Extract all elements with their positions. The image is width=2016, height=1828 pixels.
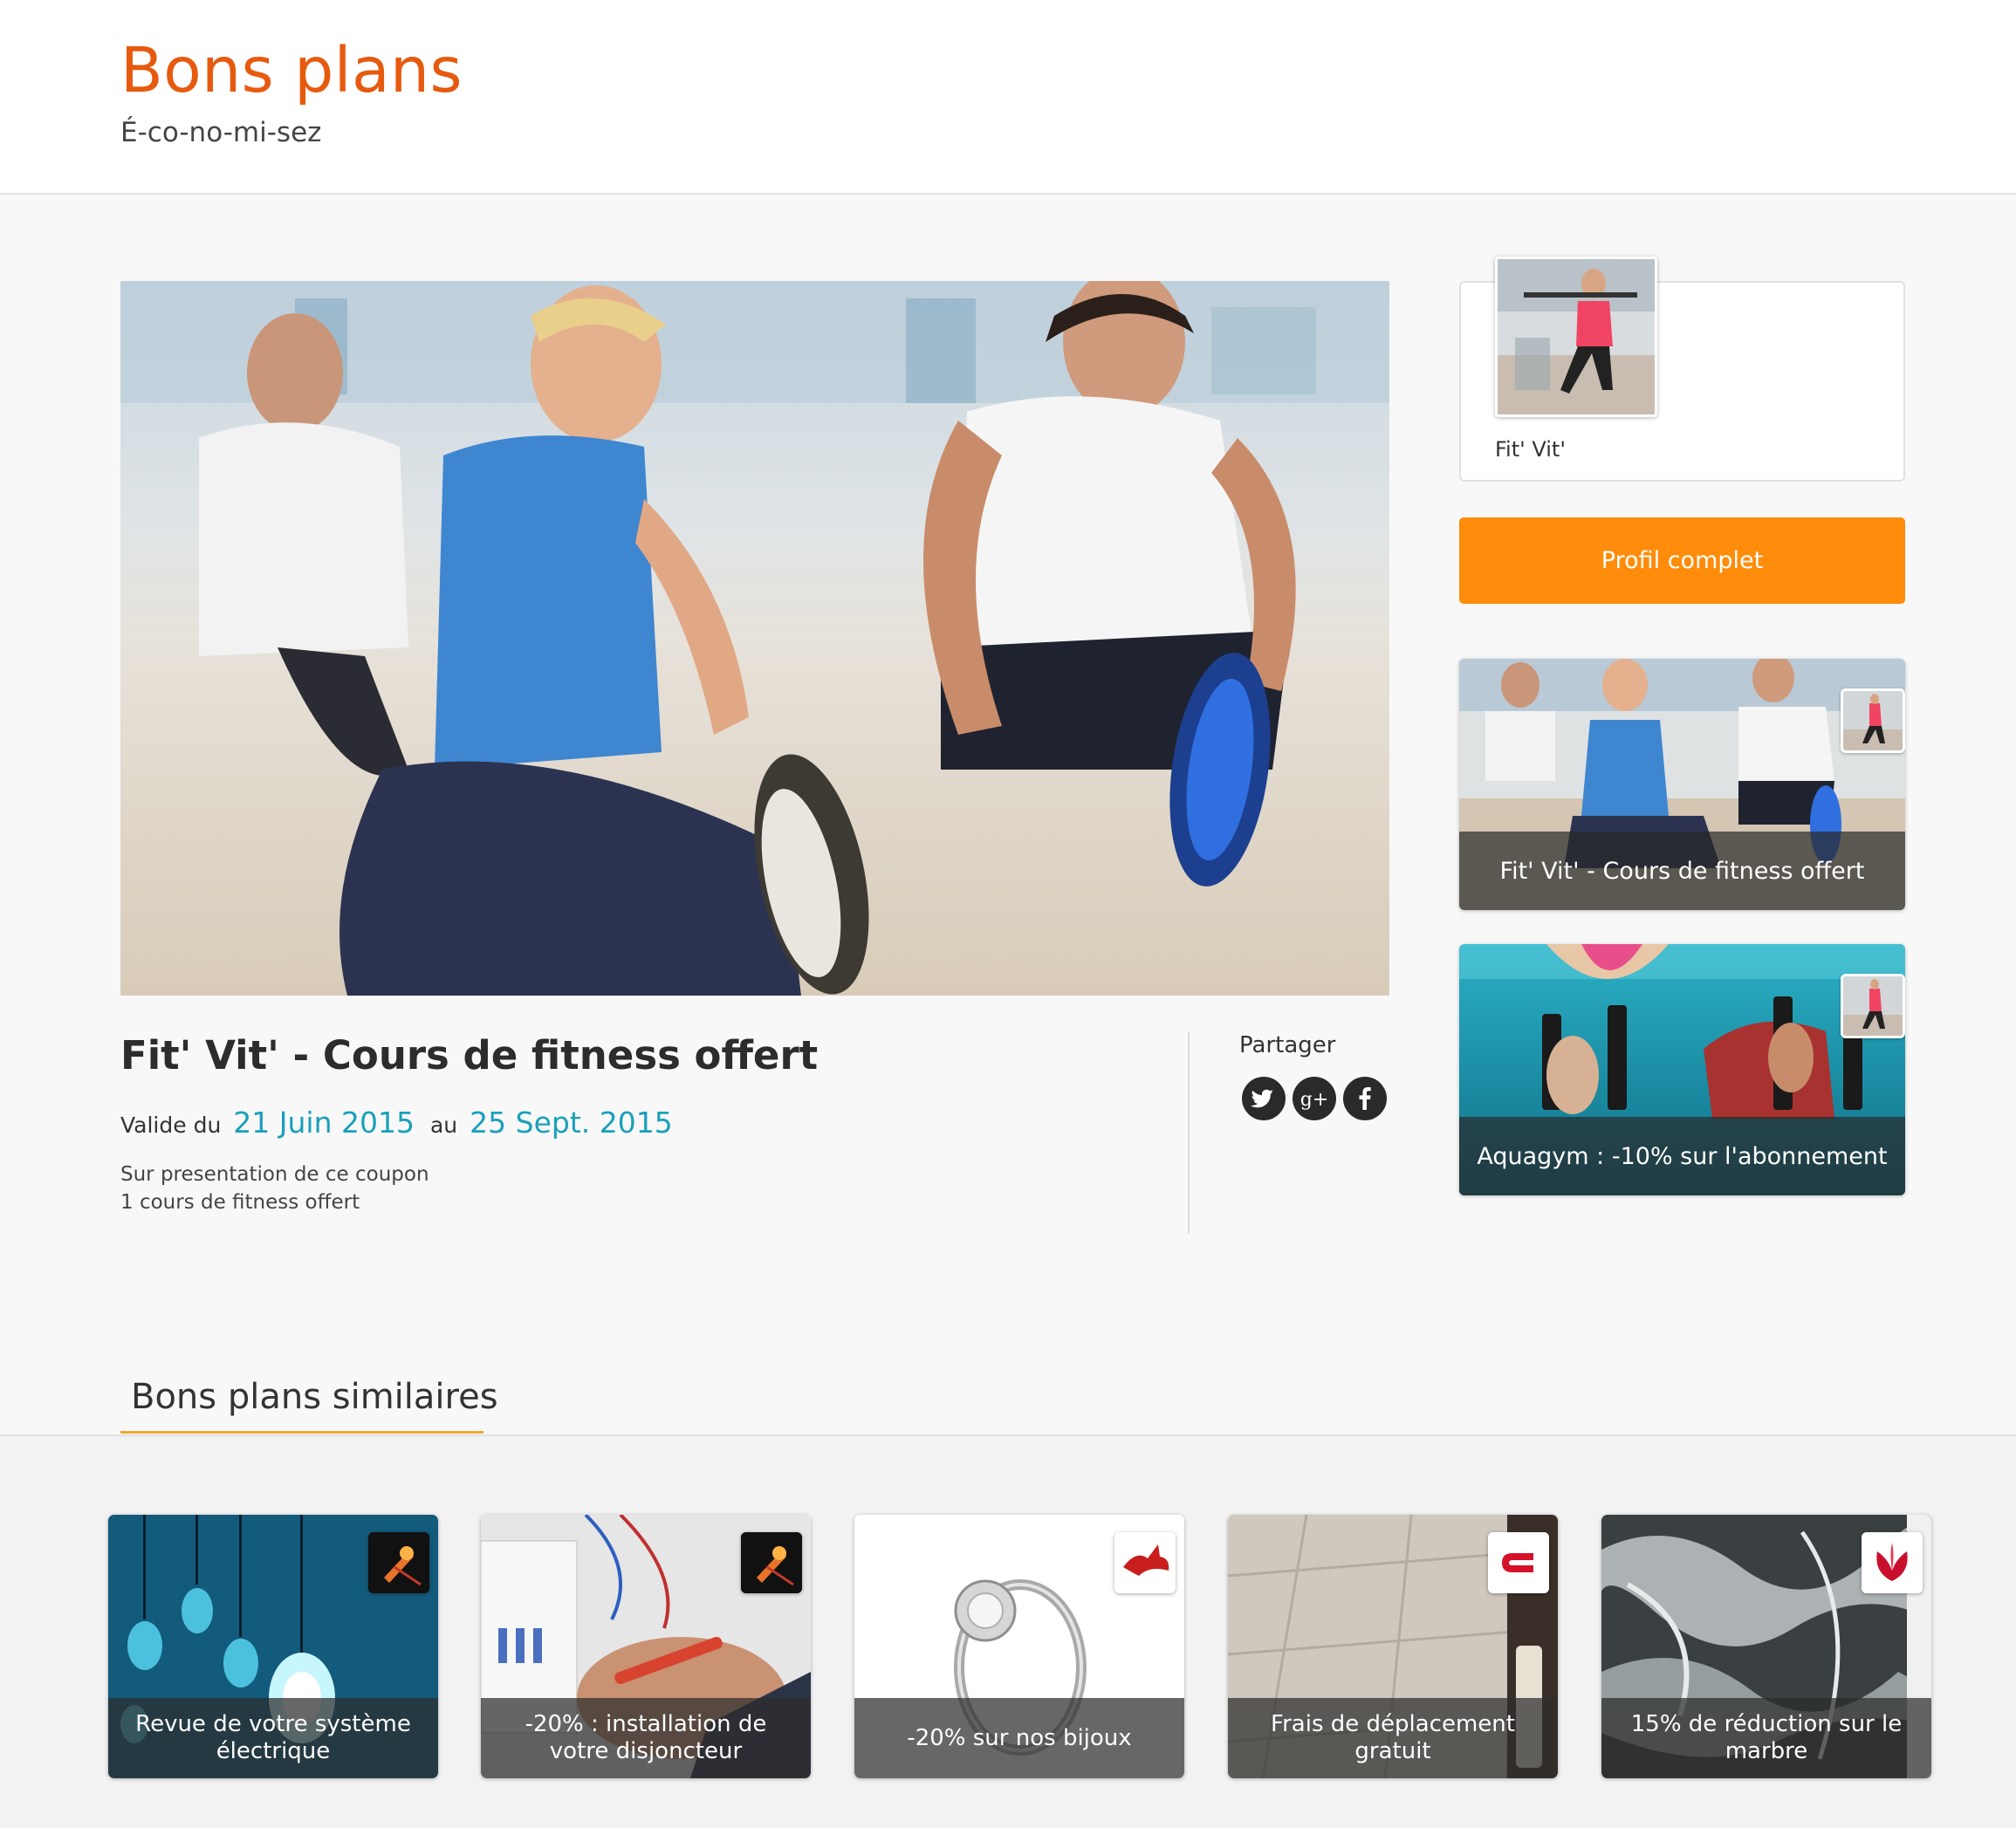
- merchant-logo[interactable]: [1495, 257, 1657, 417]
- deal-hero-image: [120, 281, 1389, 996]
- similar-deal-card[interactable]: 15% de réduction sur le marbre: [1601, 1515, 1931, 1778]
- electrician-logo: [368, 1532, 429, 1593]
- heading-underline: [120, 1431, 483, 1434]
- jeweler-logo: [1114, 1532, 1176, 1593]
- site-header: Bons plans É-co-no-mi-sez: [0, 0, 2016, 195]
- similar-deal-card[interactable]: -20% sur nos bijoux: [854, 1515, 1184, 1778]
- merchant-name: Fit' Vit': [1495, 437, 1566, 462]
- description-line: Sur presentation de ce coupon: [120, 1163, 429, 1186]
- valid-from-date: 21 Juin 2015: [233, 1106, 415, 1140]
- merchant-mini-logo: [1841, 688, 1905, 753]
- share-label: Partager: [1239, 1032, 1336, 1058]
- valid-mid: au: [429, 1113, 458, 1138]
- google-plus-icon[interactable]: g+: [1293, 1077, 1336, 1120]
- description-line: 1 cours de fitness offert: [120, 1191, 360, 1214]
- similar-deal-caption: -20% sur nos bijoux: [854, 1698, 1184, 1778]
- site-tagline: É-co-no-mi-sez: [120, 117, 322, 148]
- deal-validity: Valide du 21 Juin 2015 au 25 Sept. 2015: [120, 1101, 689, 1147]
- similar-deal-card[interactable]: -20% : installation de votre disjoncteur: [481, 1515, 811, 1778]
- twitter-icon[interactable]: [1242, 1077, 1286, 1120]
- similar-deal-card[interactable]: Frais de déplacement gratuit: [1228, 1515, 1558, 1778]
- similar-deal-caption: Frais de déplacement gratuit: [1228, 1698, 1558, 1778]
- sidebar-deal-card[interactable]: Aquagym : -10% sur l'abonnement: [1459, 944, 1905, 1195]
- similar-deal-caption: 15% de réduction sur le marbre: [1601, 1698, 1931, 1778]
- sidebar-deal-card[interactable]: Fit' Vit' - Cours de fitness offert: [1459, 659, 1905, 910]
- sidebar-deal-caption: Fit' Vit' - Cours de fitness offert: [1459, 832, 1905, 910]
- marble-company-logo: [1862, 1532, 1923, 1593]
- facebook-icon[interactable]: [1343, 1077, 1387, 1120]
- similar-deal-caption: -20% : installation de votre disjoncteur: [481, 1698, 811, 1778]
- merchant-mini-logo: [1841, 974, 1905, 1038]
- svg-text:g+: g+: [1300, 1089, 1329, 1111]
- valid-to-date: 25 Sept. 2015: [470, 1106, 673, 1140]
- deal-description: Sur presentation de ce coupon 1 cours de…: [120, 1160, 429, 1216]
- tiler-logo: [1488, 1532, 1549, 1593]
- site-title[interactable]: Bons plans: [120, 31, 463, 110]
- deal-title: Fit' Vit' - Cours de fitness offert: [120, 1032, 819, 1078]
- full-profile-button[interactable]: Profil complet: [1459, 517, 1905, 604]
- vertical-divider: [1188, 1031, 1190, 1234]
- similar-deal-card[interactable]: Revue de votre système électrique: [108, 1515, 438, 1778]
- electrician-logo: [741, 1532, 802, 1593]
- similar-deals-heading: Bons plans similaires: [131, 1377, 498, 1417]
- sidebar-deal-caption: Aquagym : -10% sur l'abonnement: [1459, 1117, 1905, 1195]
- similar-deal-caption: Revue de votre système électrique: [108, 1698, 438, 1778]
- valid-prefix: Valide du: [120, 1113, 222, 1138]
